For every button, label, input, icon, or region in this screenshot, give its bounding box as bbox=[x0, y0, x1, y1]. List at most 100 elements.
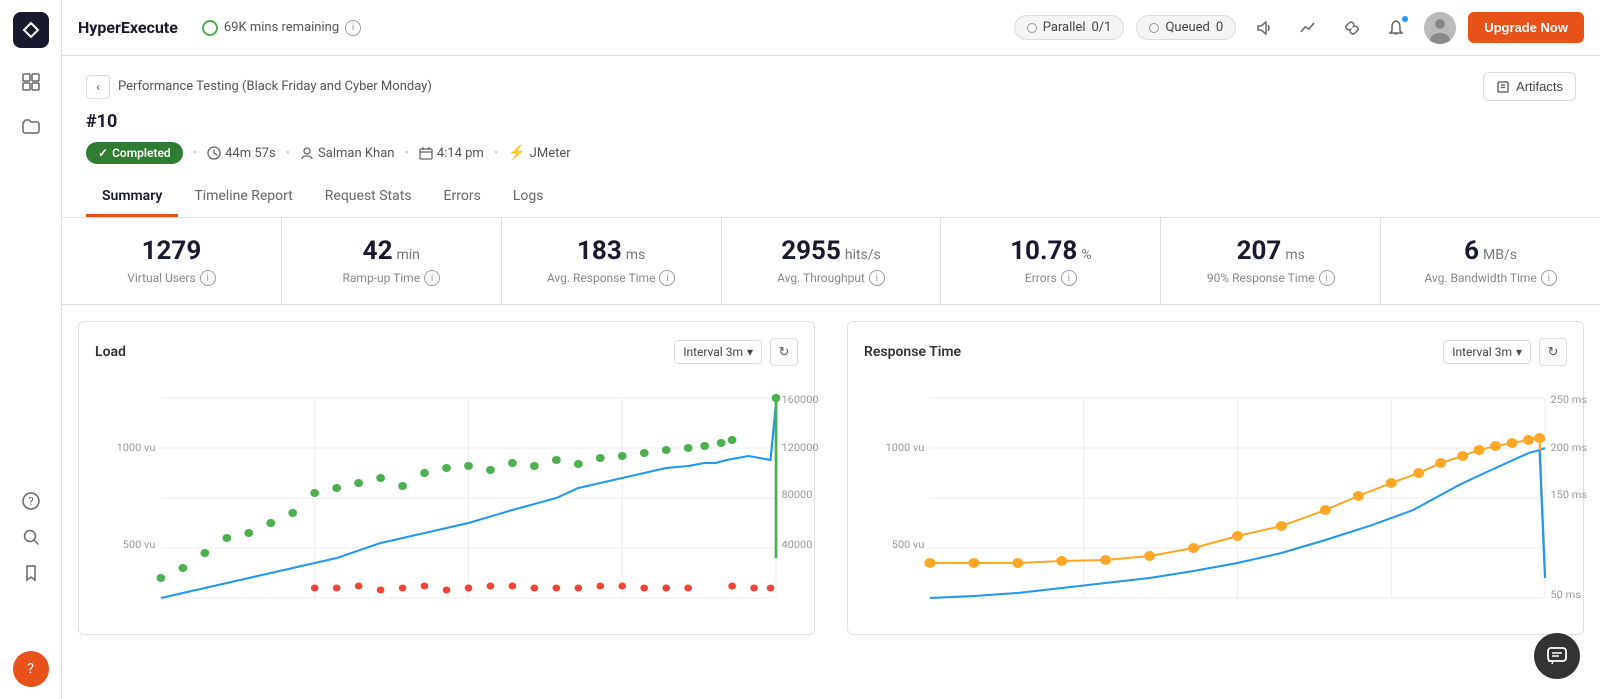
job-id: #10 bbox=[86, 111, 1576, 132]
upgrade-button[interactable]: Upgrade Now bbox=[1468, 12, 1584, 43]
chevron-down-icon: ▾ bbox=[747, 345, 753, 359]
sidebar-icon-bookmark[interactable] bbox=[13, 555, 49, 591]
load-chart-title: Load bbox=[95, 344, 126, 360]
remaining-label: 69K mins remaining bbox=[224, 20, 339, 35]
notification-dot bbox=[1400, 14, 1410, 24]
stat-bandwidth: 6 MB/s Avg. Bandwidth Time i bbox=[1381, 218, 1600, 304]
link-icon-btn[interactable] bbox=[1336, 12, 1368, 44]
page-content: ‹ Performance Testing (Black Friday and … bbox=[62, 56, 1600, 699]
response-chart-header: Response Time Interval 3m ▾ ↻ bbox=[864, 338, 1567, 366]
breadcrumb: ‹ Performance Testing (Black Friday and … bbox=[86, 72, 1576, 101]
time-meta: 4:14 pm bbox=[419, 146, 484, 161]
queued-label: Queued bbox=[1165, 20, 1209, 35]
response-interval-select[interactable]: Interval 3m ▾ bbox=[1443, 340, 1531, 364]
svg-text:500 vu: 500 vu bbox=[892, 538, 925, 550]
stat-value-throughput: 2955 hits/s bbox=[781, 236, 881, 266]
status-label: Completed bbox=[112, 146, 171, 160]
calendar-icon bbox=[419, 146, 433, 160]
user-meta: Salman Khan bbox=[300, 146, 394, 161]
stat-info-bandwidth[interactable]: i bbox=[1541, 270, 1557, 286]
tab-logs[interactable]: Logs bbox=[497, 178, 560, 217]
jmeter-icon: ⚡ bbox=[508, 145, 525, 161]
stat-info-throughput[interactable]: i bbox=[869, 270, 885, 286]
stat-value-90-response: 207 ms bbox=[1237, 236, 1305, 266]
stat-value-bandwidth: 6 MB/s bbox=[1464, 236, 1517, 266]
svg-text:1000 vu: 1000 vu bbox=[117, 441, 156, 453]
sidebar-icon-search[interactable] bbox=[13, 519, 49, 555]
stat-info-errors[interactable]: i bbox=[1061, 270, 1077, 286]
app-logo[interactable] bbox=[13, 12, 49, 48]
breadcrumb-title: Performance Testing (Black Friday and Cy… bbox=[118, 79, 432, 94]
stat-info-rampup[interactable]: i bbox=[424, 270, 440, 286]
sidebar: ? ? bbox=[0, 0, 62, 699]
sidebar-icon-grid[interactable] bbox=[13, 64, 49, 100]
meta-sep-4: • bbox=[494, 146, 498, 161]
tab-timeline-report[interactable]: Timeline Report bbox=[178, 178, 308, 217]
svg-text:500 vu: 500 vu bbox=[123, 538, 156, 550]
load-interval-select[interactable]: Interval 3m ▾ bbox=[674, 340, 762, 364]
svg-text:80000: 80000 bbox=[782, 488, 813, 500]
help-button[interactable]: ? bbox=[13, 651, 49, 687]
navbar-brand: HyperExecute bbox=[78, 18, 178, 37]
tab-request-stats[interactable]: Request Stats bbox=[309, 178, 428, 217]
parallel-value: 0/1 bbox=[1092, 20, 1112, 35]
duration-meta: 44m 57s bbox=[207, 146, 276, 161]
meta-sep-2: • bbox=[286, 146, 290, 161]
stat-virtual-users: 1279 Virtual Users i bbox=[62, 218, 282, 304]
time-value: 4:14 pm bbox=[437, 146, 484, 161]
queued-value: 0 bbox=[1216, 20, 1223, 35]
stat-value-avg-response: 183 ms bbox=[577, 236, 645, 266]
tab-errors[interactable]: Errors bbox=[428, 178, 497, 217]
queued-badge: Queued 0 bbox=[1136, 15, 1236, 40]
svg-text:150 ms: 150 ms bbox=[1551, 488, 1588, 500]
stat-errors: 10.78 % Errors i bbox=[941, 218, 1161, 304]
svg-text:?: ? bbox=[28, 495, 33, 508]
navbar: HyperExecute 69K mins remaining i Parall… bbox=[62, 0, 1600, 56]
artifacts-icon bbox=[1496, 80, 1510, 94]
checkmark-icon: ✓ bbox=[98, 146, 108, 160]
queued-dot-icon bbox=[1149, 23, 1159, 33]
load-refresh-button[interactable]: ↻ bbox=[770, 338, 798, 366]
job-meta: ✓ Completed • 44m 57s • bbox=[86, 142, 1576, 164]
stat-info-avg-response[interactable]: i bbox=[659, 270, 675, 286]
stat-label-bandwidth: Avg. Bandwidth Time i bbox=[1424, 270, 1557, 286]
load-chart-controls: Interval 3m ▾ ↻ bbox=[674, 338, 798, 366]
svg-text:40000: 40000 bbox=[782, 538, 813, 550]
load-chart-header: Load Interval 3m ▾ ↻ bbox=[95, 338, 798, 366]
tool-meta: ⚡ JMeter bbox=[508, 145, 570, 161]
back-button[interactable]: ‹ bbox=[86, 75, 110, 99]
sidebar-icon-folder[interactable] bbox=[13, 108, 49, 144]
remaining-info-icon[interactable]: i bbox=[345, 20, 361, 36]
stat-label-90-response: 90% Response Time i bbox=[1207, 270, 1335, 286]
artifacts-button[interactable]: Artifacts bbox=[1483, 72, 1576, 101]
response-time-chart: Response Time Interval 3m ▾ ↻ bbox=[847, 321, 1584, 635]
stat-value-rampup: 42 min bbox=[363, 236, 420, 266]
stat-90-response: 207 ms 90% Response Time i bbox=[1161, 218, 1381, 304]
stat-value-errors: 10.78 % bbox=[1010, 236, 1091, 266]
stat-label-rampup: Ramp-up Time i bbox=[343, 270, 441, 286]
stat-label-errors: Errors i bbox=[1025, 270, 1077, 286]
sidebar-icon-help[interactable]: ? bbox=[13, 483, 49, 519]
chart-icon-btn[interactable] bbox=[1292, 12, 1324, 44]
response-refresh-button[interactable]: ↻ bbox=[1539, 338, 1567, 366]
chat-button[interactable] bbox=[1534, 633, 1580, 679]
chevron-down-icon-2: ▾ bbox=[1516, 345, 1522, 359]
user-icon bbox=[300, 146, 314, 160]
notification-icon-btn[interactable] bbox=[1380, 12, 1412, 44]
parallel-label: Parallel bbox=[1043, 20, 1086, 35]
tab-summary[interactable]: Summary bbox=[86, 178, 178, 217]
stats-row: 1279 Virtual Users i 42 min Ramp-up Time… bbox=[62, 218, 1600, 305]
load-chart-svg: 1000 vu 500 vu 160000 120000 80000 40000 bbox=[95, 378, 798, 618]
clock-icon bbox=[207, 146, 221, 160]
speaker-icon-btn[interactable] bbox=[1248, 12, 1280, 44]
response-chart-svg: 1000 vu 500 vu 250 ms 200 ms 150 ms 50 m… bbox=[864, 378, 1567, 618]
response-chart-title: Response Time bbox=[864, 344, 961, 360]
response-chart-controls: Interval 3m ▾ ↻ bbox=[1443, 338, 1567, 366]
page-header: ‹ Performance Testing (Black Friday and … bbox=[62, 56, 1600, 218]
avatar[interactable] bbox=[1424, 12, 1456, 44]
stat-label-virtual-users: Virtual Users i bbox=[127, 270, 215, 286]
svg-text:50 ms: 50 ms bbox=[1551, 588, 1581, 600]
response-chart-svg-container: 1000 vu 500 vu 250 ms 200 ms 150 ms 50 m… bbox=[864, 378, 1567, 618]
stat-info-90-response[interactable]: i bbox=[1319, 270, 1335, 286]
stat-info-virtual-users[interactable]: i bbox=[200, 270, 216, 286]
